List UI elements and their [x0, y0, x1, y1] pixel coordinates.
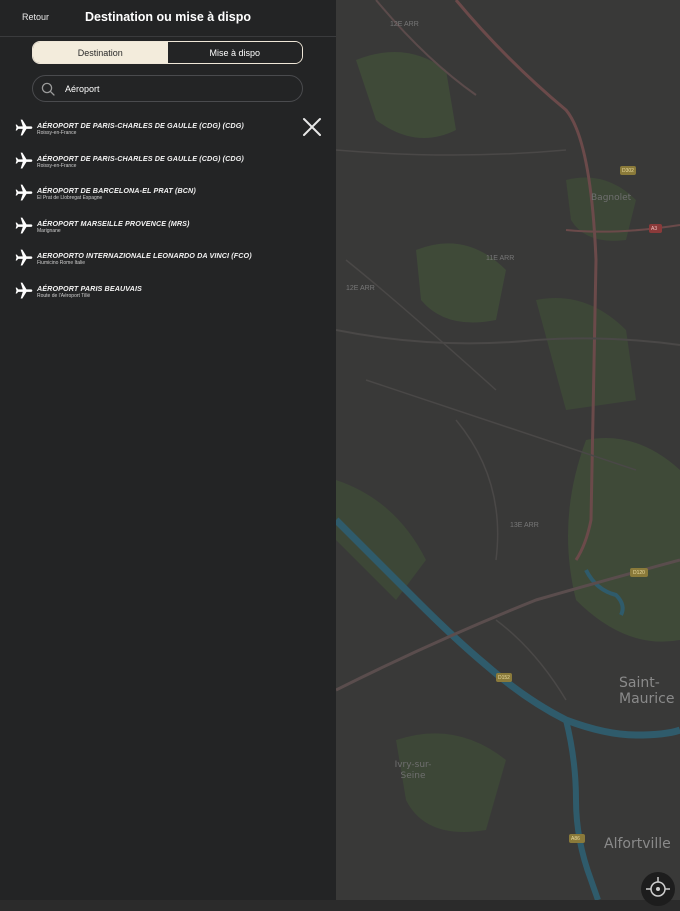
road-badge: D152 — [498, 675, 510, 681]
airplane-icon — [15, 250, 33, 266]
page-title: Destination ou mise à dispo — [85, 10, 251, 24]
result-title: AÉROPORT DE BARCELONA-EL PRAT (BCN) — [37, 186, 196, 196]
list-item[interactable]: AÉROPORT MARSEILLE PROVENCE (MRS) Marign… — [0, 210, 336, 243]
road-badge: A86 — [571, 836, 580, 842]
top-bar: Retour Destination ou mise à dispo — [0, 0, 336, 37]
result-subtitle: Route de l'Aéroport Tillé — [37, 292, 91, 299]
locate-icon — [646, 877, 670, 897]
result-subtitle: Fiumicino Rome Italie — [37, 260, 86, 267]
result-title: AÉROPORT MARSEILLE PROVENCE (MRS) — [37, 218, 190, 228]
airplane-icon — [15, 119, 33, 136]
map-district-label: 11E ARR — [486, 255, 515, 262]
list-item[interactable]: AÉROPORT DE PARIS-CHARLES DE GAULLE (CDG… — [0, 112, 336, 145]
result-title: AEROPORTO INTERNAZIONALE LEONARDO DA VIN… — [37, 251, 252, 261]
map-place-label: Alfortville — [604, 836, 671, 852]
list-item[interactable]: AEROPORTO INTERNAZIONALE LEONARDO DA VIN… — [0, 242, 336, 275]
result-subtitle: Roissy-en-France — [37, 162, 77, 169]
result-title: AÉROPORT DE PARIS-CHARLES DE GAULLE (CDG… — [37, 153, 244, 163]
result-subtitle: El Prat de Llobregat Espagne — [37, 195, 103, 202]
locate-button[interactable] — [641, 872, 675, 906]
search-panel: Retour Destination ou mise à dispo Desti… — [0, 0, 336, 900]
results-list: AÉROPORT DE PARIS-CHARLES DE GAULLE (CDG… — [0, 112, 336, 308]
segmented-control: Destination Mise à dispo — [32, 41, 303, 64]
road-badge: D302 — [622, 168, 634, 174]
airplane-icon — [15, 152, 33, 169]
airplane-icon — [15, 184, 33, 201]
airplane-icon — [15, 282, 33, 299]
result-subtitle: Marignane — [37, 227, 61, 234]
road-badge: A3 — [651, 226, 658, 232]
road-badge: D120 — [633, 570, 645, 576]
result-title: AÉROPORT PARIS BEAUVAIS — [37, 283, 142, 293]
map-district-label: 12E ARR — [346, 285, 375, 292]
search-icon — [41, 82, 55, 96]
map-place-label: Saint-Maurice — [619, 675, 675, 707]
list-item[interactable]: AÉROPORT DE BARCELONA-EL PRAT (BCN) El P… — [0, 177, 336, 210]
search-field[interactable]: Aéroport — [32, 75, 303, 102]
tab-mise-a-dispo[interactable]: Mise à dispo — [167, 42, 302, 63]
search-input[interactable]: Aéroport — [65, 84, 100, 94]
result-title: AÉROPORT DE PARIS-CHARLES DE GAULLE (CDG… — [37, 121, 244, 130]
map-district-label: 12E ARR — [390, 21, 419, 28]
close-icon[interactable] — [301, 116, 323, 138]
tab-destination[interactable]: Destination — [33, 42, 168, 63]
result-subtitle: Roissy-en-France — [37, 130, 77, 136]
map-district-label: 13E ARR — [510, 522, 539, 529]
list-item[interactable]: AÉROPORT DE PARIS-CHARLES DE GAULLE (CDG… — [0, 145, 336, 178]
airplane-icon — [15, 217, 33, 234]
list-item[interactable]: AÉROPORT PARIS BEAUVAIS Route de l'Aérop… — [0, 275, 336, 308]
map-place-label: Bagnolet — [591, 193, 632, 203]
map-place-label: Ivry-sur-Seine — [394, 760, 432, 781]
map-view[interactable]: 12E ARR 11E ARR 12E ARR 13E ARR Bagnolet… — [336, 0, 680, 900]
